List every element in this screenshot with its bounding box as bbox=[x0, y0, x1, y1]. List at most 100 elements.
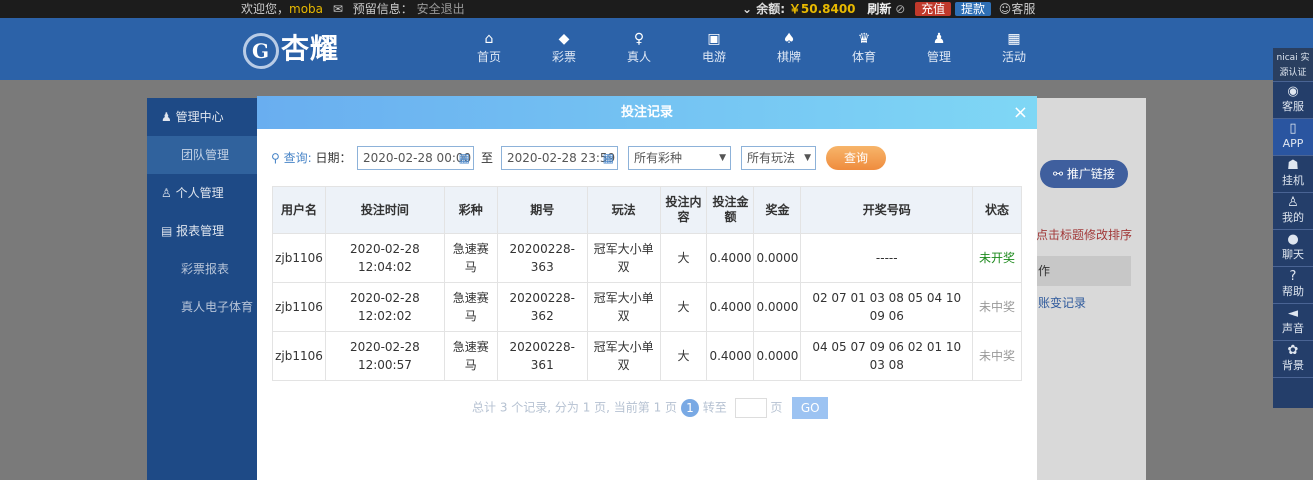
sidebar-item-reports[interactable]: ▤ 报表管理 bbox=[147, 212, 260, 250]
speaker-icon: ◄ bbox=[1288, 306, 1298, 321]
close-icon[interactable]: × bbox=[1013, 96, 1028, 129]
nav-item-home[interactable]: ⌂ 首页 bbox=[459, 30, 519, 65]
column-header: 彩种 bbox=[443, 186, 498, 234]
cell-amount: 0.4000 bbox=[706, 282, 755, 332]
sidebar-item-personal[interactable]: ♙ 个人管理 bbox=[147, 174, 260, 212]
calendar-icon[interactable]: ▦ bbox=[603, 147, 614, 169]
notice-label: 预留信息： bbox=[352, 2, 413, 16]
float-item-sound[interactable]: ◄ 声音 bbox=[1273, 304, 1313, 341]
float-item-background[interactable]: ✿ 背景 bbox=[1273, 341, 1313, 378]
cell-issue: 20200228-361 bbox=[496, 331, 588, 381]
cell-prize: 0.0000 bbox=[753, 282, 802, 332]
nav-label: 管理 bbox=[926, 50, 951, 64]
float-item-chat[interactable]: ● 聊天 bbox=[1273, 230, 1313, 267]
logo[interactable]: G 杏耀 bbox=[243, 26, 353, 72]
float-item-mine[interactable]: ♙ 我的 bbox=[1273, 193, 1313, 230]
cell-bet-time: 2020-02-28 12:00:57 bbox=[324, 331, 445, 381]
users-icon: ♟ bbox=[161, 110, 176, 124]
service-icon[interactable]: ☺ bbox=[999, 2, 1012, 16]
float-item-app[interactable]: ▯ APP bbox=[1273, 119, 1313, 156]
pagination-summary: 总计 3 个记录, 分为 1 页, 当前第 1 页 bbox=[472, 400, 678, 415]
top-bar-left: 欢迎您，moba ✉ 预留信息： 安全退出 bbox=[241, 0, 465, 18]
goto-label: 转至 bbox=[702, 400, 727, 415]
nav-item-manage[interactable]: ♟ 管理 bbox=[909, 30, 969, 65]
balance-label[interactable]: ⌄ 余额: bbox=[742, 2, 785, 16]
float-item-help[interactable]: ? 帮助 bbox=[1273, 267, 1313, 304]
service-link[interactable]: 客服 bbox=[1011, 2, 1035, 16]
cell-username: zjb1106 bbox=[272, 233, 326, 283]
table-row: zjb1106 2020-02-28 12:04:02 急速赛马 2020022… bbox=[272, 233, 1022, 283]
recharge-button[interactable]: 充值 bbox=[915, 2, 952, 16]
sidebar-item-label: 个人管理 bbox=[175, 186, 224, 200]
refresh-link[interactable]: 刷新 bbox=[867, 2, 891, 16]
float-item-service[interactable]: ◉ 客服 bbox=[1273, 82, 1313, 119]
gift-icon: ▦ bbox=[1007, 31, 1021, 47]
withdraw-button[interactable]: 提款 bbox=[954, 2, 991, 16]
sidebar-item-team[interactable]: 团队管理 bbox=[147, 136, 260, 174]
calendar-icon[interactable]: ▦ bbox=[459, 147, 470, 169]
trophy-icon: ♛ bbox=[857, 31, 871, 47]
eye-icon[interactable]: ⊘ bbox=[895, 2, 905, 16]
go-button[interactable]: GO bbox=[792, 397, 829, 419]
lottery-select[interactable]: 所有彩种 ▼ bbox=[628, 146, 731, 170]
column-header: 开奖号码 bbox=[800, 186, 974, 234]
nav-item-live[interactable]: ♀ 真人 bbox=[609, 30, 669, 65]
sidebar-item-lottery-report[interactable]: 彩票报表 bbox=[147, 250, 260, 288]
end-date-input[interactable]: 2020-02-28 23:59 ▦ bbox=[501, 146, 618, 170]
cell-issue: 20200228-362 bbox=[496, 282, 588, 332]
account-change-link[interactable]: 账变记录 bbox=[1038, 294, 1086, 311]
floating-toolbar: nicai 实源认证 ◉ 客服 ▯ APP ☗ 挂机 ♙ 我的 ● 聊天 ? 帮助 ◄ 声音 … bbox=[1273, 48, 1313, 408]
page-number-button[interactable]: 1 bbox=[680, 398, 699, 417]
top-bar: 欢迎您，moba ✉ 预留信息： 安全退出 ⌄ 余额: ￥50.8400 刷新 … bbox=[0, 0, 1313, 18]
nav-label: 棋牌 bbox=[776, 50, 801, 64]
sidebar-item-admin-center[interactable]: ♟ 管理中心 bbox=[147, 98, 260, 136]
cell-username: zjb1106 bbox=[272, 282, 326, 332]
query-label: 查询: bbox=[283, 151, 312, 165]
float-label: 挂机 bbox=[1282, 174, 1304, 187]
home-icon: ⌂ bbox=[484, 31, 494, 47]
content-panel bbox=[1035, 98, 1146, 480]
cell-lottery: 急速赛马 bbox=[443, 233, 498, 283]
cell-issue: 20200228-363 bbox=[496, 233, 588, 283]
play-select[interactable]: 所有玩法 ▼ bbox=[741, 146, 816, 170]
nav-label: 真人 bbox=[626, 50, 651, 64]
balance-value: ￥50.8400 bbox=[788, 2, 856, 16]
welcome-text: 欢迎您， bbox=[241, 2, 290, 16]
cell-lottery: 急速赛马 bbox=[443, 282, 498, 332]
sidebar-item-live-report[interactable]: 真人电子体育 bbox=[147, 288, 260, 326]
palette-icon: ✿ bbox=[1287, 343, 1299, 358]
float-label: 聊天 bbox=[1282, 248, 1304, 261]
to-label: 至 bbox=[481, 151, 494, 165]
nav-item-events[interactable]: ▦ 活动 bbox=[984, 30, 1044, 65]
sidebar-item-label: 团队管理 bbox=[181, 148, 230, 162]
table-header-row: 用户名 投注时间 彩种 期号 玩法 投注内容 投注金额 奖金 开奖号码 状态 bbox=[272, 186, 1022, 234]
cell-content: 大 bbox=[659, 331, 708, 381]
mail-icon[interactable]: ✉ bbox=[333, 2, 343, 16]
page-input[interactable] bbox=[734, 398, 767, 418]
cell-status: 未中奖 bbox=[972, 331, 1022, 381]
page-unit-label: 页 bbox=[770, 400, 783, 415]
nav-item-cards[interactable]: ♠ 棋牌 bbox=[759, 30, 819, 65]
promo-link-button[interactable]: ⚯ 推广链接 bbox=[1040, 160, 1128, 188]
nav-item-lottery[interactable]: ◆ 彩票 bbox=[534, 30, 594, 65]
robot-icon: ☗ bbox=[1287, 158, 1299, 173]
users-icon: ♟ bbox=[932, 31, 946, 47]
top-bar-right: ⌄ 余额: ￥50.8400 刷新 ⊘ 充值 提款 ☺客服 bbox=[742, 0, 1035, 18]
column-header: 状态 bbox=[972, 186, 1022, 234]
share-icon: ⚯ bbox=[1053, 167, 1067, 181]
nav-label: 电游 bbox=[701, 50, 726, 64]
start-date-input[interactable]: 2020-02-28 00:00 ▦ bbox=[357, 146, 474, 170]
float-item-hangup[interactable]: ☗ 挂机 bbox=[1273, 156, 1313, 193]
query-button[interactable]: 查询 bbox=[826, 146, 886, 170]
username[interactable]: moba bbox=[289, 2, 323, 16]
modal-header: 投注记录 × bbox=[257, 96, 1037, 129]
float-label: APP bbox=[1282, 137, 1304, 150]
nav-item-sports[interactable]: ♛ 体育 bbox=[834, 30, 894, 65]
column-header: 用户名 bbox=[272, 186, 326, 234]
nav-item-slots[interactable]: ▣ 电游 bbox=[684, 30, 744, 65]
column-header: 作 bbox=[1036, 256, 1131, 286]
chat-icon: ● bbox=[1287, 232, 1299, 247]
sort-hint: 点击标题修改排序 bbox=[1036, 228, 1133, 242]
bet-records-modal: 投注记录 × ⚲ 查询: 日期： 2020-02-28 00:00 ▦ 至 202… bbox=[257, 96, 1037, 480]
logout-link[interactable]: 安全退出 bbox=[417, 2, 465, 16]
